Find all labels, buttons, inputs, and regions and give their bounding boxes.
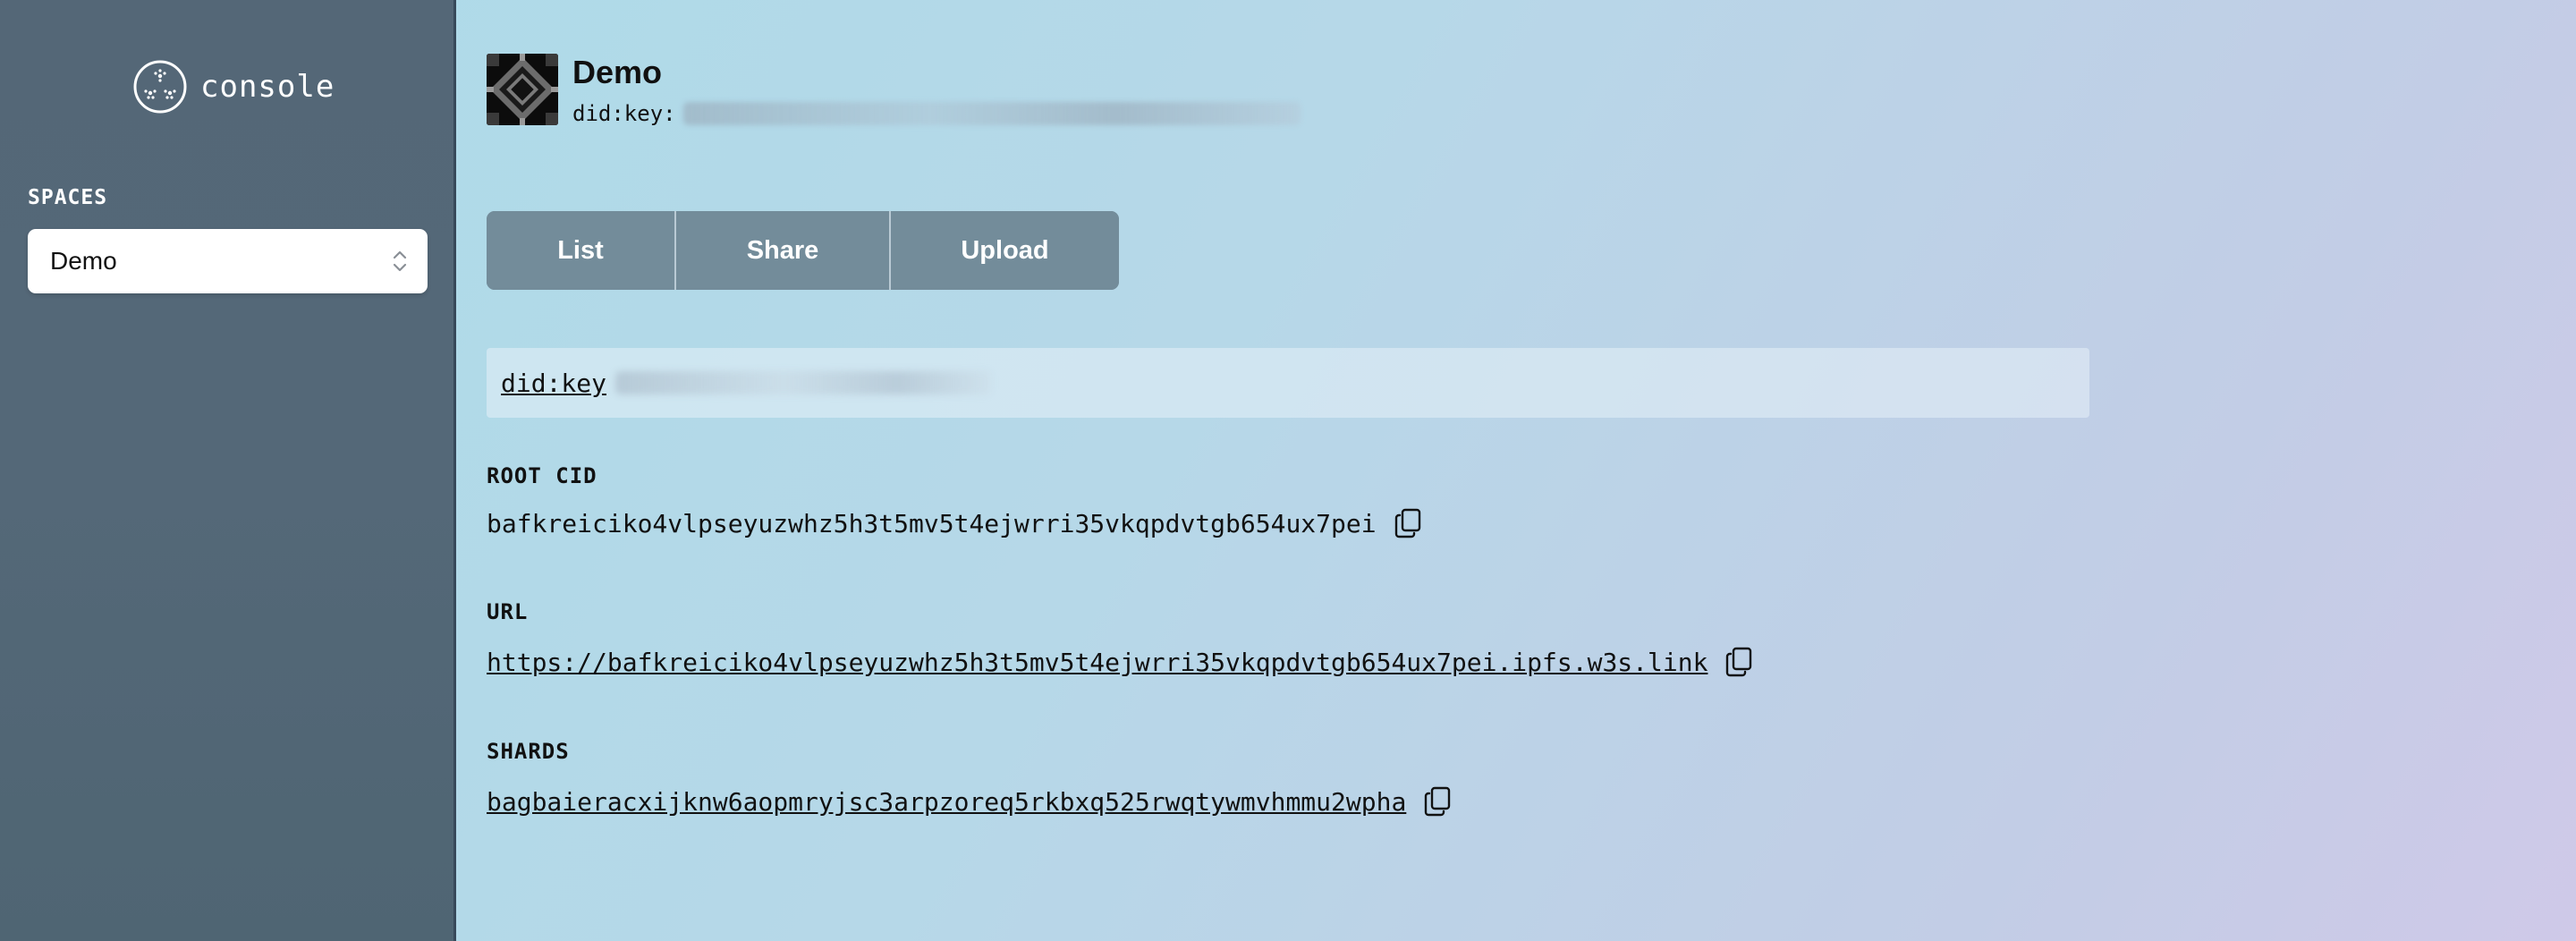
url-row: https://bafkreiciko4vlpseyuzwhz5h3t5mv5t…: [487, 647, 1752, 677]
logo-text: console: [200, 69, 335, 105]
gateway-url-link[interactable]: https://bafkreiciko4vlpseyuzwhz5h3t5mv5t…: [487, 648, 1707, 677]
did-key-redacted-value: [615, 371, 992, 394]
app-logo[interactable]: console: [132, 59, 335, 114]
logo-icon: [132, 59, 188, 114]
space-select[interactable]: Demo: [28, 229, 428, 293]
copy-icon[interactable]: [1725, 647, 1752, 677]
shards-label: SHARDS: [487, 739, 570, 764]
tab-list[interactable]: List: [487, 211, 674, 290]
copy-icon[interactable]: [1394, 508, 1421, 538]
shard-link[interactable]: bagbaieracxijknw6aopmryjsc3arpzoreq5rkbx…: [487, 787, 1406, 817]
space-title: Demo: [572, 54, 663, 90]
space-avatar: [487, 54, 558, 125]
shards-row: bagbaieracxijknw6aopmryjsc3arpzoreq5rkbx…: [487, 786, 1451, 817]
url-label: URL: [487, 599, 529, 624]
space-did: did:key:: [572, 101, 1301, 126]
tab-upload[interactable]: Upload: [889, 211, 1119, 290]
sidebar: console SPACES Demo: [0, 0, 456, 941]
chevron-up-down-icon: [392, 248, 408, 275]
tab-share[interactable]: Share: [674, 211, 889, 290]
copy-icon[interactable]: [1424, 786, 1451, 817]
did-redacted-value: [682, 102, 1301, 125]
root-cid-label: ROOT CID: [487, 463, 597, 488]
space-tabs: List Share Upload: [487, 211, 1119, 290]
root-cid-row: bafkreiciko4vlpseyuzwhz5h3t5mv5t4ejwrri3…: [487, 508, 1421, 538]
root-cid-value: bafkreiciko4vlpseyuzwhz5h3t5mv5t4ejwrri3…: [487, 508, 1377, 538]
space-select-value: Demo: [50, 247, 117, 275]
did-key-link[interactable]: did:key: [501, 369, 606, 398]
spaces-heading: SPACES: [28, 186, 108, 209]
did-prefix: did:key:: [572, 101, 676, 126]
did-key-bar: did:key: [487, 348, 2089, 418]
